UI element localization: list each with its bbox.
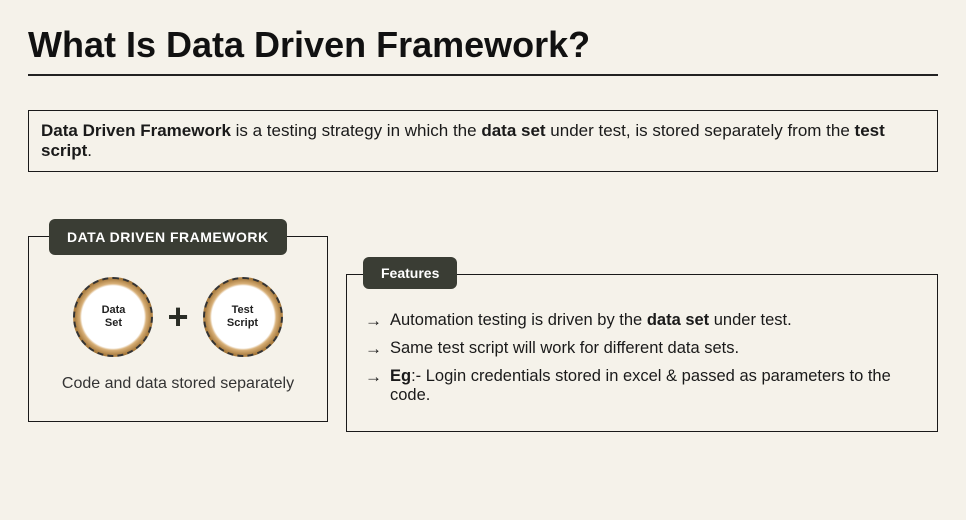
definition-text-end: .: [87, 141, 92, 160]
ddf-badge: DATA DRIVEN FRAMEWORK: [49, 219, 287, 255]
definition-text-1: is a testing strategy in which the: [231, 121, 481, 140]
feature-text: Same test script will work for different…: [390, 339, 739, 358]
test-script-label: TestScript: [217, 291, 269, 343]
features-badge: Features: [363, 257, 457, 289]
ddf-box: DATA DRIVEN FRAMEWORK DataSet + TestScri…: [28, 236, 328, 422]
feature-item: → Automation testing is driven by the da…: [365, 311, 919, 331]
arrow-icon: →: [365, 311, 382, 331]
ddf-caption: Code and data stored separately: [43, 375, 313, 393]
diagram-area: DATA DRIVEN FRAMEWORK DataSet + TestScri…: [28, 236, 938, 432]
page-title: What Is Data Driven Framework?: [28, 24, 938, 66]
circles-row: DataSet + TestScript: [43, 277, 313, 357]
definition-bold-1: Data Driven Framework: [41, 121, 231, 140]
arrow-icon: →: [365, 339, 382, 359]
data-set-label: DataSet: [87, 291, 139, 343]
arrow-icon: →: [365, 367, 382, 387]
plus-icon: +: [167, 299, 188, 335]
feature-bold: data set: [647, 311, 709, 329]
feature-text: under test.: [709, 311, 792, 329]
title-underline: [28, 74, 938, 76]
features-box: Features → Automation testing is driven …: [346, 274, 938, 432]
definition-bold-2: data set: [481, 121, 545, 140]
feature-text: Automation testing is driven by the: [390, 311, 647, 329]
definition-box: Data Driven Framework is a testing strat…: [28, 110, 938, 172]
test-script-circle: TestScript: [203, 277, 283, 357]
feature-item: → Eg:- Login credentials stored in excel…: [365, 367, 919, 405]
feature-text: :- Login credentials stored in excel & p…: [390, 367, 891, 404]
feature-item: → Same test script will work for differe…: [365, 339, 919, 359]
feature-bold: Eg: [390, 367, 411, 385]
definition-text-2: under test, is stored separately from th…: [546, 121, 855, 140]
data-set-circle: DataSet: [73, 277, 153, 357]
